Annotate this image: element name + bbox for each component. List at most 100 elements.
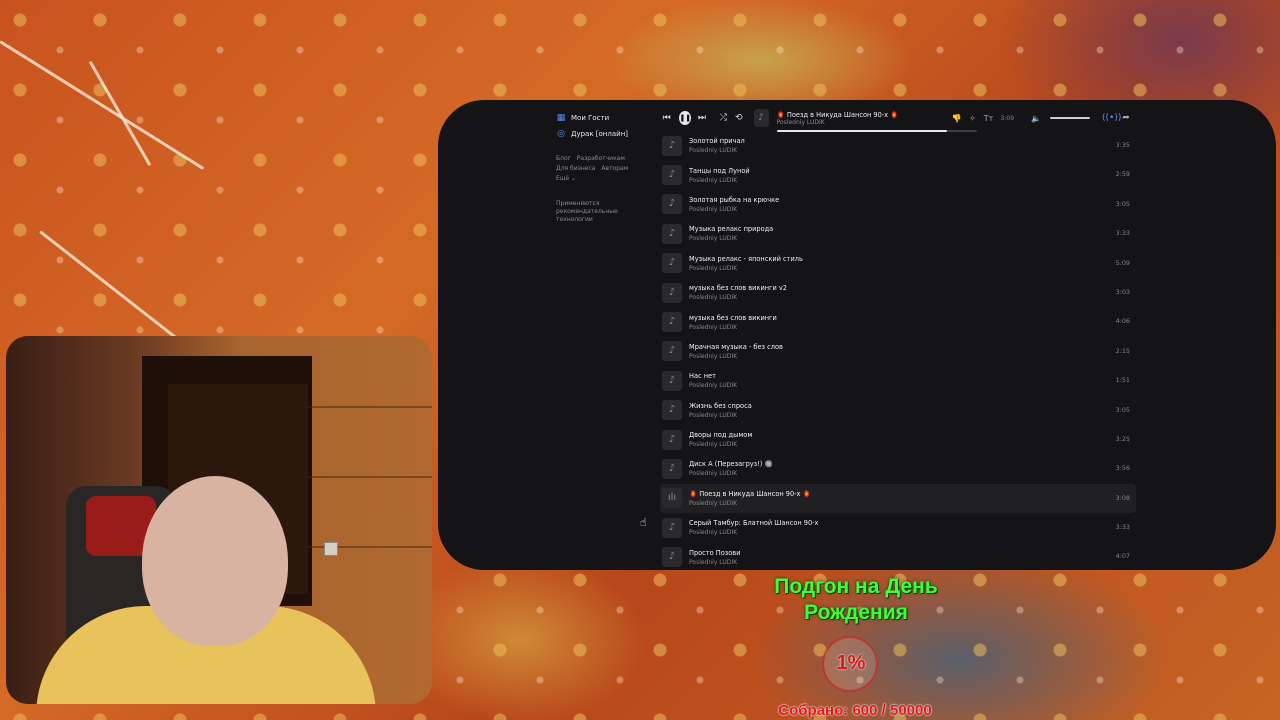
- music-note-icon[interactable]: ♪: [662, 370, 682, 391]
- grid-icon: ▦: [556, 113, 566, 123]
- track-artist[interactable]: Posledniy LUDIK: [689, 265, 1136, 272]
- track-artist[interactable]: Posledniy LUDIK: [689, 529, 1136, 536]
- track-artist[interactable]: Posledniy LUDIK: [689, 353, 1136, 360]
- sidebar-item-label: Мои Гости: [571, 114, 610, 122]
- volume-icon[interactable]: 🔈: [1028, 114, 1044, 123]
- track-artist[interactable]: Posledniy LUDIK: [689, 412, 1136, 419]
- track-title[interactable]: Мрачная музыка - без слов: [689, 343, 1136, 351]
- repeat-icon[interactable]: ⟲: [732, 110, 745, 126]
- previous-icon[interactable]: ⏮: [660, 110, 673, 126]
- webcam-wall-plank: [306, 476, 432, 478]
- track-row[interactable]: ♪ музыка без слов викинги Posledniy LUDIK 4…: [660, 307, 1136, 336]
- track-list: ♪ Золотой причал Posledniy LUDIK 3:35 ♪ Танцы…: [660, 131, 1136, 570]
- track-duration: 3:05: [1115, 405, 1130, 414]
- track-row[interactable]: ♪ Мрачная музыка - без слов Posledniy LUDI…: [660, 337, 1136, 366]
- music-note-icon[interactable]: ♪: [662, 165, 682, 186]
- track-title[interactable]: 🏮 Поезд в Никуда Шансон 90-х 🏮: [689, 490, 1136, 498]
- lyrics-icon[interactable]: Tт: [981, 114, 997, 123]
- music-note-icon[interactable]: ♪: [662, 194, 682, 215]
- track-row[interactable]: ♪ Нас нет Posledniy LUDIK 1:51: [660, 366, 1136, 395]
- track-artist[interactable]: Posledniy LUDIK: [689, 206, 1136, 213]
- track-row[interactable]: ♪ Диск А (Перезагруз!) 🔘 Posledniy LUDIK 3:…: [660, 454, 1136, 483]
- track-artist[interactable]: Posledniy LUDIK: [689, 235, 1136, 242]
- share-icon[interactable]: ➦: [1118, 113, 1134, 123]
- sidebar-item-my-guests[interactable]: ▦ Мои Гости: [556, 110, 646, 126]
- track-row[interactable]: ♪ Жизнь без спроса Posledniy LUDIK 3:05: [660, 396, 1136, 425]
- track-artist[interactable]: Posledniy LUDIK: [689, 294, 1136, 301]
- next-icon[interactable]: ⏭: [695, 110, 708, 126]
- track-title[interactable]: Просто Позови: [689, 549, 1136, 557]
- pause-button[interactable]: ❚❚: [679, 111, 692, 125]
- track-title[interactable]: Танцы под Луной: [689, 167, 1136, 175]
- track-meta: Нас нет Posledniy LUDIK: [689, 372, 1136, 389]
- track-artist[interactable]: Posledniy LUDIK: [689, 324, 1136, 331]
- track-row[interactable]: ♪ Танцы под Луной Posledniy LUDIK 2:59: [660, 160, 1136, 189]
- track-duration: 3:25: [1115, 434, 1130, 443]
- broadcast-icon[interactable]: ((•)): [1102, 113, 1121, 123]
- footer-link-business[interactable]: Для бизнеса: [556, 165, 595, 172]
- track-title[interactable]: Музыка релакс природа: [689, 225, 1136, 233]
- sidebar-item-label: Дурак [онлайн]: [571, 130, 629, 138]
- music-note-icon[interactable]: ♪: [662, 253, 682, 274]
- track-row[interactable]: ♪ Золотой причал Posledniy LUDIK 3:35: [660, 131, 1136, 160]
- track-row[interactable]: ♪ Серый Тамбур: Блатной Шансон 90-х Posled…: [660, 513, 1136, 542]
- track-row[interactable]: ♪ Музыка релакс природа Posledniy LUDIK 3:3…: [660, 219, 1136, 248]
- track-duration: 3:33: [1115, 523, 1130, 532]
- music-note-icon[interactable]: ♪: [662, 429, 682, 450]
- track-duration: 3:08: [1115, 493, 1130, 502]
- donation-percent: 1%: [836, 652, 866, 674]
- track-meta: Дворы под дымом Posledniy LUDIK: [689, 431, 1136, 448]
- track-row[interactable]: ♪ Золотая рыбка на крючке Posledniy LUDIK 3…: [660, 190, 1136, 219]
- now-playing-artist[interactable]: Posledniy LUDIK: [777, 119, 945, 126]
- music-note-icon[interactable]: ♪: [662, 458, 682, 479]
- equalizer-icon[interactable]: ılı: [662, 488, 682, 509]
- track-title[interactable]: Дворы под дымом: [689, 431, 1136, 439]
- donation-title: Подгон на День Рождения: [736, 574, 976, 626]
- footer-link-authors[interactable]: Авторам: [601, 165, 628, 172]
- now-playing-title[interactable]: 🏮 Поезд в Никуда Шансон 90-х 🏮: [777, 111, 945, 119]
- dislike-icon[interactable]: 👎: [949, 114, 965, 123]
- player-bar: ⏮ ❚❚ ⏭ ⤮ ⟲ ♪ 🏮 Поезд в Никуда Шансон 90-…: [660, 105, 1134, 132]
- track-meta: Жизнь без спроса Posledniy LUDIK: [689, 402, 1136, 419]
- track-row[interactable]: ♪ Музыка релакс - японский стиль Posledniy…: [660, 249, 1136, 278]
- track-artist[interactable]: Posledniy LUDIK: [689, 500, 1136, 507]
- track-title[interactable]: Жизнь без спроса: [689, 402, 1136, 410]
- track-meta: Диск А (Перезагруз!) 🔘 Posledniy LUDIK: [689, 460, 1136, 477]
- music-note-icon[interactable]: ♪: [662, 517, 682, 538]
- volume-slider[interactable]: [1050, 117, 1091, 119]
- track-title[interactable]: Золотая рыбка на крючке: [689, 196, 1136, 204]
- footer-link-developers[interactable]: Разработчикам: [577, 155, 625, 162]
- music-note-icon[interactable]: ♪: [662, 400, 682, 421]
- track-artist[interactable]: Posledniy LUDIK: [689, 559, 1136, 566]
- track-row[interactable]: ♪ Просто Позови Posledniy LUDIK 4:07: [660, 542, 1136, 570]
- sidebar-item-durak[interactable]: ◎ Дурак [онлайн]: [556, 126, 646, 142]
- music-note-icon[interactable]: ♪: [662, 135, 682, 156]
- track-title[interactable]: музыка без слов викинги: [689, 314, 1136, 322]
- track-artist[interactable]: Posledniy LUDIK: [689, 177, 1136, 184]
- track-title[interactable]: Нас нет: [689, 372, 1136, 380]
- track-meta: Золотая рыбка на крючке Posledniy LUDIK: [689, 196, 1136, 213]
- music-note-icon[interactable]: ♪: [662, 312, 682, 333]
- track-title[interactable]: Серый Тамбур: Блатной Шансон 90-х: [689, 519, 1136, 527]
- track-artist[interactable]: Posledniy LUDIK: [689, 382, 1136, 389]
- sparkle-icon[interactable]: ✧: [965, 114, 981, 123]
- footer-link-blog[interactable]: Блог: [556, 155, 571, 162]
- music-note-icon[interactable]: ♪: [662, 547, 682, 568]
- track-artist[interactable]: Posledniy LUDIK: [689, 147, 1136, 154]
- track-title[interactable]: Музыка релакс - японский стиль: [689, 255, 1136, 263]
- track-artist[interactable]: Posledniy LUDIK: [689, 470, 1136, 477]
- track-artist[interactable]: Posledniy LUDIK: [689, 441, 1136, 448]
- track-row[interactable]: ılı 🏮 Поезд в Никуда Шансон 90-х 🏮 Posledn…: [660, 483, 1136, 514]
- track-title[interactable]: Золотой причал: [689, 137, 1136, 145]
- music-note-icon[interactable]: ♪: [662, 341, 682, 362]
- music-note-icon[interactable]: ♪: [662, 223, 682, 244]
- music-note-icon[interactable]: ♪: [662, 282, 682, 303]
- footer-link-more[interactable]: Ещё ⌄: [556, 175, 576, 182]
- track-row[interactable]: ♪ музыка без слов викинги v2 Posledniy LUD…: [660, 278, 1136, 307]
- shuffle-icon[interactable]: ⤮: [717, 110, 730, 126]
- track-meta: Золотой причал Posledniy LUDIK: [689, 137, 1136, 154]
- track-title[interactable]: музыка без слов викинги v2: [689, 284, 1136, 292]
- track-title[interactable]: Диск А (Перезагруз!) 🔘: [689, 460, 1136, 468]
- track-duration: 1:51: [1115, 376, 1130, 385]
- track-row[interactable]: ♪ Дворы под дымом Posledniy LUDIK 3:25: [660, 425, 1136, 454]
